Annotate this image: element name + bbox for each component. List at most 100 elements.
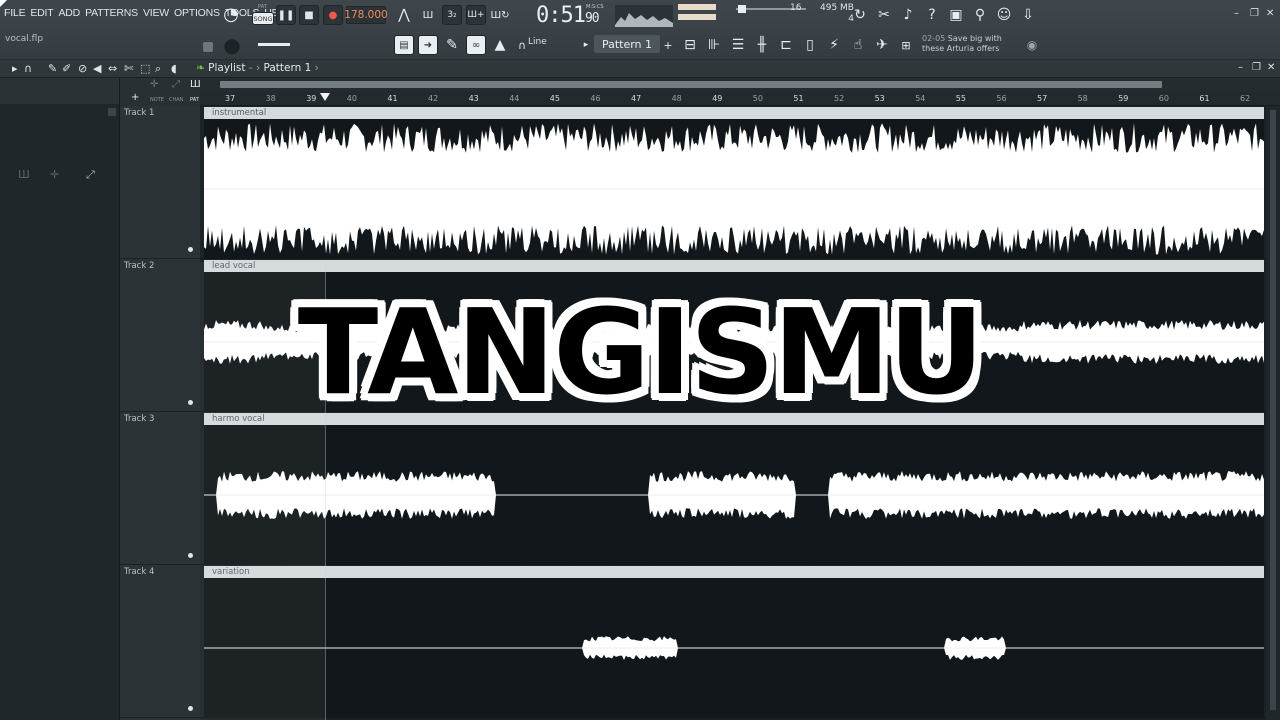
arrangement-name[interactable]: Pattern 1 <box>264 62 312 74</box>
track-lane[interactable]: instrumental <box>200 106 1280 259</box>
audio-clip[interactable]: variation <box>204 566 1264 717</box>
track-header[interactable]: Track 4 <box>120 565 200 718</box>
touch-controller-icon[interactable]: ☝ <box>848 35 868 55</box>
undo-icon[interactable]: ↻ <box>850 5 870 25</box>
slice-icon[interactable]: ✄ <box>124 62 133 75</box>
track-header[interactable]: Track 2 <box>120 259 200 412</box>
step-edit-button[interactable]: Ш+ <box>466 5 486 25</box>
playlist-title: Playlist <box>208 62 246 74</box>
browser-icon[interactable]: ⊏ <box>776 35 796 55</box>
picker-piano-icon[interactable]: Ш <box>18 168 30 181</box>
globe-icon[interactable]: ◉ <box>1022 35 1042 55</box>
picker-audio-icon[interactable]: ✛ <box>50 168 59 181</box>
menu-options[interactable]: OPTIONS <box>174 7 220 19</box>
minimize-icon[interactable]: – <box>1234 8 1239 19</box>
plugin-database-icon[interactable]: ⚡ <box>824 35 844 55</box>
ruler-bar-label: 50 <box>752 94 763 103</box>
remote-icon[interactable]: ✈ <box>872 35 892 55</box>
master-volume-knob-icon[interactable]: ● <box>222 33 242 57</box>
ruler-bar-label: 49 <box>712 94 723 103</box>
speaker-icon[interactable]: ◖ <box>171 62 177 75</box>
pencil-icon[interactable]: ✎ <box>48 62 57 75</box>
playlist-icon[interactable]: ⊟ <box>680 35 700 55</box>
stop-button[interactable]: ■ <box>299 5 319 25</box>
playhead-marker[interactable] <box>320 93 330 101</box>
add-track-icon[interactable]: + <box>131 92 139 103</box>
plugin-icon[interactable]: ⚲ <box>970 5 990 25</box>
ruler-bar-label: 53 <box>874 94 885 103</box>
playlist-restore-icon[interactable]: ❐ <box>1252 62 1261 73</box>
draw-tool-icon[interactable]: ✎ <box>442 35 462 55</box>
channel-rack-icon[interactable]: ⊪ <box>704 35 724 55</box>
piano-roll-button[interactable]: ▤ <box>394 35 414 55</box>
menu-view[interactable]: VIEW <box>143 7 169 19</box>
mixer-icon[interactable]: ╫ <box>752 35 772 55</box>
cpu-knob-icon[interactable]: ◔ <box>221 4 241 25</box>
loop-record-icon[interactable]: Ш↻ <box>490 5 510 25</box>
horizontal-scrollbar[interactable] <box>200 78 1280 92</box>
snap-selector[interactable]: Line <box>528 37 547 47</box>
download-icon[interactable]: ⇩ <box>1018 5 1038 25</box>
magnet-snap-icon[interactable]: ∩ <box>24 62 32 75</box>
pause-button[interactable]: ❚❚ <box>276 5 296 25</box>
metronome-icon[interactable]: ⋀ <box>394 5 414 25</box>
menu-file[interactable]: FILE <box>4 7 26 19</box>
master-volume-slider[interactable] <box>258 43 290 46</box>
delete-icon[interactable]: ⊘ <box>78 62 87 75</box>
shop-icon[interactable]: ⊞ <box>896 35 916 55</box>
microphone-icon[interactable]: ♪ <box>898 5 918 25</box>
tempo-display[interactable]: 178.000 <box>344 6 388 24</box>
chat-icon[interactable]: ☺ <box>994 5 1014 25</box>
countdown-button[interactable]: 3₂ <box>442 5 462 25</box>
save-icon[interactable]: ▣ <box>946 5 966 25</box>
track-header[interactable]: Track 3 <box>120 412 200 565</box>
select-icon[interactable]: ⬚ <box>140 62 150 75</box>
wait-input-icon[interactable]: Ш <box>418 5 438 25</box>
menu-patterns[interactable]: PATTERNS <box>85 7 138 19</box>
lock-icon[interactable] <box>203 42 213 52</box>
audio-clip[interactable]: harmo vocal <box>204 413 1264 564</box>
slider-handle[interactable] <box>738 5 746 13</box>
step-sequencer-button[interactable]: ➜ <box>418 35 438 55</box>
audio-clip[interactable]: instrumental <box>204 107 1264 258</box>
track-enable-toggle[interactable] <box>188 553 193 558</box>
playlist-close-icon[interactable]: ✕ <box>1267 62 1275 73</box>
cut-icon[interactable]: ✂ <box>874 5 894 25</box>
track-enable-toggle[interactable] <box>188 400 193 405</box>
scrollbar-thumb[interactable] <box>220 81 1162 88</box>
add-pattern-icon[interactable]: + <box>658 35 678 55</box>
track-enable-toggle[interactable] <box>188 247 193 252</box>
playlist-minimize-icon[interactable]: – <box>1238 62 1243 73</box>
track-enable-toggle[interactable] <box>188 706 193 711</box>
vertical-scroll-thumb[interactable] <box>1270 110 1276 710</box>
track-lane[interactable]: harmo vocal <box>200 412 1280 565</box>
timeline-ruler[interactable]: 37 38 39 40 41 42 43 44 45 46 47 48 49 50 51 52 53 54 55 56… <box>200 92 1280 106</box>
help-icon[interactable]: ? <box>922 5 942 25</box>
menu-edit[interactable]: EDIT <box>30 7 53 19</box>
close-icon[interactable]: ✕ <box>1266 8 1274 19</box>
news-panel[interactable]: 02-05 Save big with these Arturia offers <box>922 34 1002 54</box>
breadcrumb-arrow-2[interactable]: › <box>315 62 319 74</box>
pattern-selector[interactable]: Pattern 1 <box>594 35 660 53</box>
vertical-scrollbar[interactable] <box>1266 106 1280 720</box>
stamp-icon[interactable]: ▲ <box>490 35 510 55</box>
restore-icon[interactable]: ❐ <box>1250 8 1259 19</box>
picker-automation-icon[interactable]: ⤢ <box>86 168 95 182</box>
mute-icon[interactable]: ◀ <box>93 62 101 75</box>
piano-roll-icon[interactable]: ☰ <box>728 35 748 55</box>
paint-icon[interactable]: ✐ <box>62 62 71 75</box>
slip-icon[interactable]: ⇔ <box>108 62 117 75</box>
track-header[interactable]: Track 1 <box>120 106 200 259</box>
track-lane[interactable]: variation <box>200 565 1280 718</box>
song-mode-toggle[interactable]: SONG <box>252 12 274 25</box>
options-arrow-icon[interactable]: ▸ <box>12 62 18 75</box>
menu-add[interactable]: ADD <box>59 7 81 19</box>
chan-filter-icon[interactable]: ⤢ <box>172 79 180 90</box>
picker-scroll-button[interactable] <box>108 108 116 116</box>
pattern-prev-icon[interactable]: ▸ <box>576 35 596 55</box>
zoom-icon[interactable]: ⌕ <box>155 62 161 76</box>
project-icon[interactable]: ▯ <box>800 35 820 55</box>
note-filter-icon[interactable]: ✛ <box>150 79 158 90</box>
record-button[interactable]: ● <box>323 5 343 25</box>
link-button[interactable]: ∞ <box>466 35 486 55</box>
